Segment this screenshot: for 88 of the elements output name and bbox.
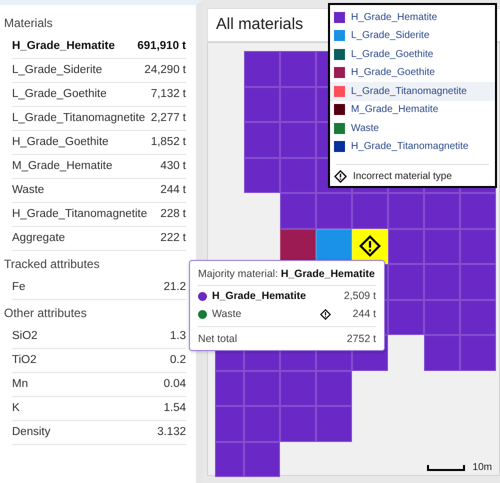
row-label: H_Grade_Hematite [12, 40, 115, 53]
block-cell [280, 51, 316, 86]
row-label: H_Grade_Titanomagnetite [12, 208, 148, 221]
material-tonnage: 2,509 t [342, 290, 376, 302]
map-title: All materials [216, 16, 304, 34]
scale-bar [426, 464, 465, 470]
block-cell [215, 442, 244, 477]
block-cell [460, 264, 496, 300]
legend-item[interactable]: H_Grade_Titanomagnetite [330, 138, 495, 156]
row-value: 3.132 [157, 426, 186, 439]
row-value: 228 t [160, 208, 186, 221]
scale-label: 10m [472, 462, 492, 473]
warning-icon [320, 308, 330, 320]
block-cell [460, 335, 496, 370]
block-cell [316, 370, 352, 406]
row-label: M_Grade_Hematite [12, 160, 112, 173]
block-cell [460, 193, 496, 228]
legend-item[interactable]: L_Grade_Siderite [330, 26, 495, 45]
section-heading: Other attributes [3, 305, 88, 322]
row-value: 691,910 t [137, 40, 186, 53]
row-label: Waste [12, 184, 44, 197]
row-label: K [12, 402, 20, 415]
block-cell [244, 122, 280, 158]
legend-item[interactable]: H_Grade_Goethite [330, 64, 495, 82]
block-cell [460, 300, 496, 335]
block-cell [424, 264, 460, 300]
block-cell [215, 406, 244, 442]
block-cell [424, 300, 460, 335]
legend-item[interactable]: L_Grade_Goethite [330, 45, 495, 64]
row-value: 7,132 t [150, 88, 186, 101]
legend-item[interactable]: L_Grade_Titanomagnetite [330, 82, 495, 100]
legend-item[interactable]: M_Grade_Hematite [330, 100, 495, 119]
warning-icon [334, 170, 347, 183]
legend-item[interactable]: H_Grade_Hematite [330, 8, 495, 26]
block-cell [424, 193, 460, 228]
legend-label: Incorrect material type [353, 171, 452, 182]
row-label: Density [12, 426, 50, 439]
material-tonnage: 244 t [352, 308, 376, 320]
block-cell [280, 122, 316, 158]
row-value: 244 t [160, 184, 186, 197]
row-label: Aggregate [12, 232, 66, 245]
block-cell [244, 370, 280, 406]
material-name: Waste [212, 308, 242, 320]
row-label: L_Grade_Goethite [12, 88, 107, 101]
row-value: 24,290 t [144, 64, 186, 77]
block-cell [280, 193, 316, 228]
row-value: 1.3 [170, 330, 186, 343]
row-label: Fe [12, 281, 26, 294]
row-label: TiO2 [12, 354, 36, 367]
block-cell [388, 264, 424, 300]
block-cell [215, 370, 244, 406]
block-cell [280, 370, 316, 406]
block-cell [280, 158, 316, 193]
material-name: H_Grade_Hematite [212, 290, 307, 302]
block-cell [424, 228, 460, 264]
row-value: 0.2 [170, 354, 186, 367]
row-label: L_Grade_Siderite [12, 64, 102, 77]
tooltip-heading: Majority material: H_Grade_Hematite [198, 268, 376, 286]
block-cell [244, 86, 280, 122]
total-value: 2752 t [346, 333, 376, 345]
row-label: Mn [12, 378, 28, 391]
total-label: Net total [198, 333, 238, 345]
row-value: 2,277 t [150, 112, 186, 125]
block-cell [460, 228, 496, 264]
block-cell [388, 193, 424, 228]
row-label: L_Grade_Titanomagnetite [12, 112, 146, 125]
row-value: 1.54 [164, 402, 186, 415]
block-cell [388, 300, 424, 335]
row-value: 430 t [160, 160, 186, 173]
row-value: 0.04 [164, 378, 186, 391]
warning-icon [359, 235, 381, 258]
row-label: H_Grade_Goethite [12, 136, 109, 149]
block-cell [244, 442, 280, 477]
block-cell [424, 335, 460, 370]
block-cell [244, 51, 280, 86]
row-label: SiO2 [12, 330, 38, 343]
block-cell [244, 406, 280, 442]
row-value: 21.2 [164, 281, 186, 294]
section-heading: Tracked attributes [3, 256, 101, 273]
block-cell [280, 86, 316, 122]
row-value: 1,852 t [150, 136, 186, 149]
block-cell [244, 158, 280, 193]
row-value: 222 t [160, 232, 186, 245]
block-cell [280, 406, 316, 442]
legend-item[interactable]: Waste [330, 119, 495, 138]
block-cell [316, 193, 352, 228]
section-heading: Materials [3, 15, 54, 32]
block-cell [316, 406, 352, 442]
